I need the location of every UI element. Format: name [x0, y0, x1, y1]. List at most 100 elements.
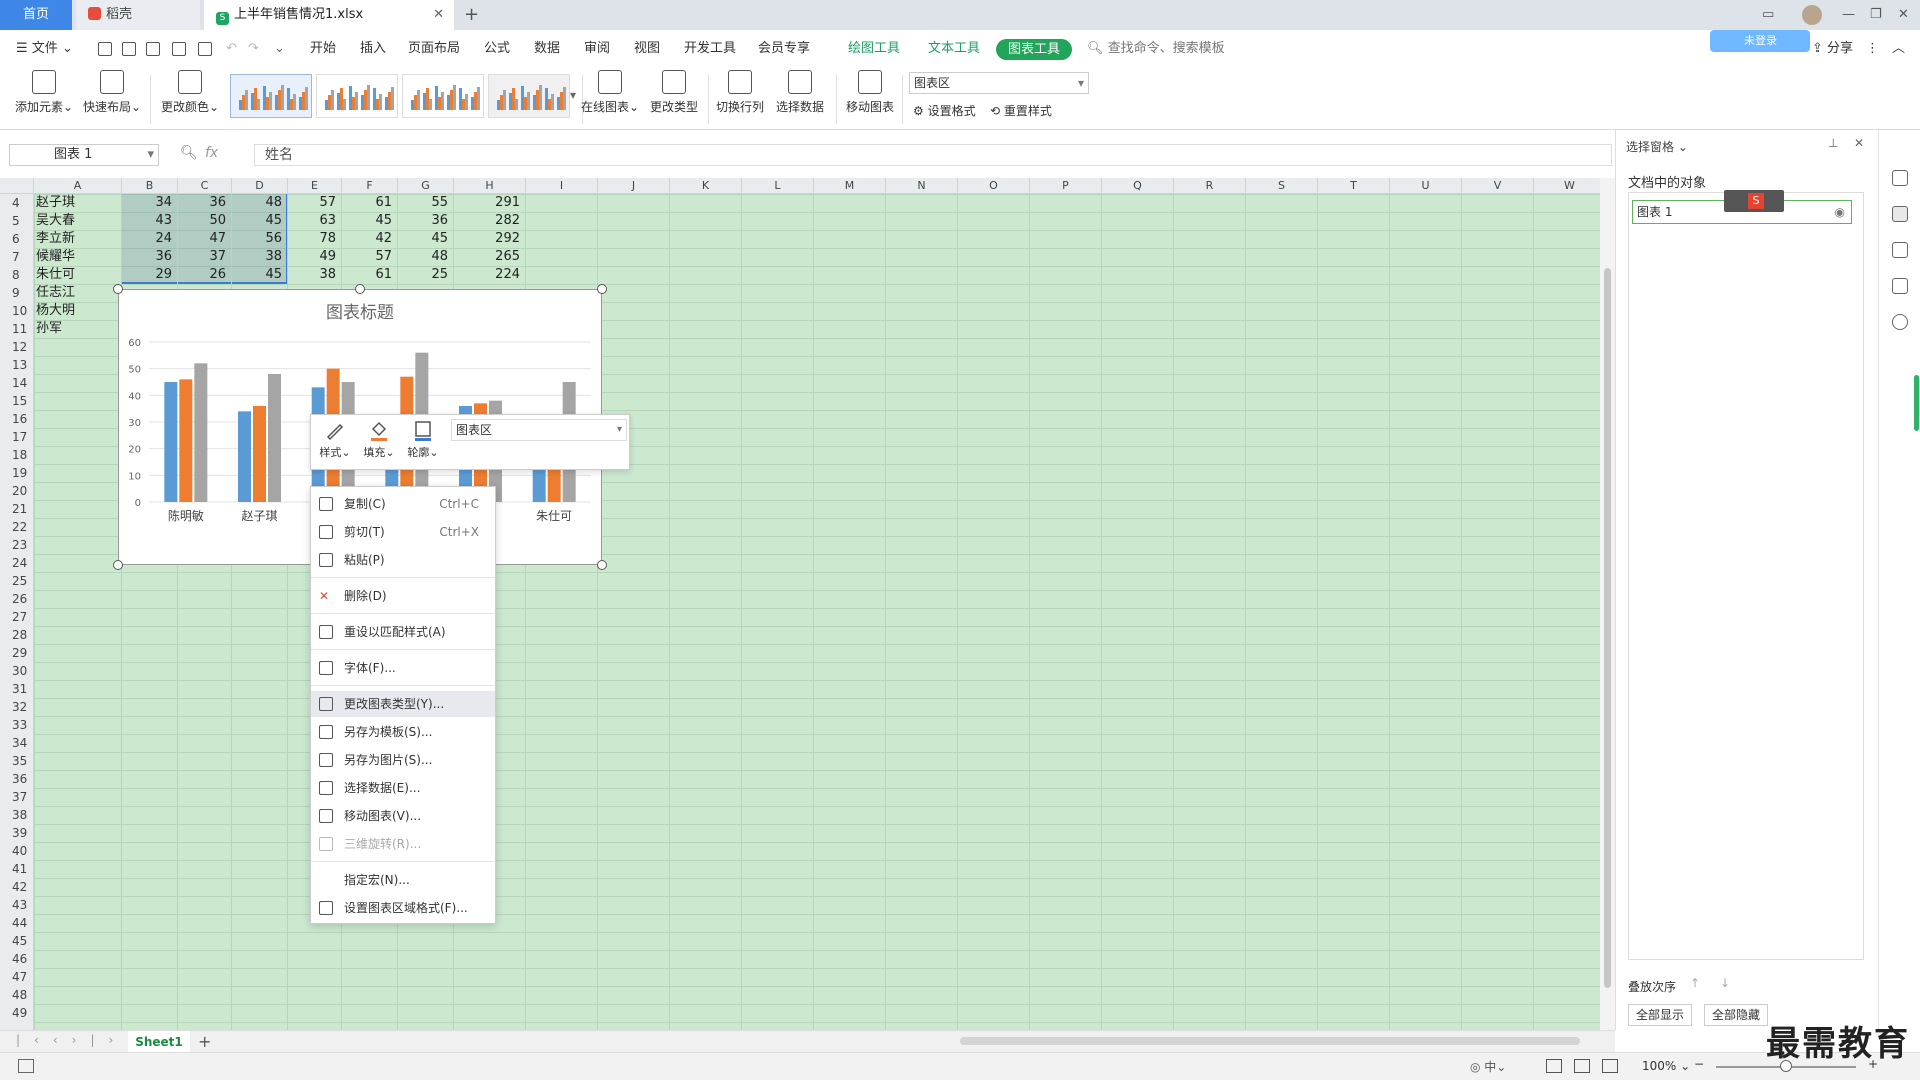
row-header[interactable]: 6	[0, 230, 34, 248]
chart-style-1[interactable]	[230, 74, 312, 118]
chart-style-3[interactable]	[402, 74, 484, 118]
row-header[interactable]: 41	[0, 860, 34, 878]
page-break-view-icon[interactable]	[1574, 1059, 1590, 1073]
row-header[interactable]: 42	[0, 878, 34, 896]
fx-icon[interactable]: fx	[205, 145, 218, 161]
online-chart-button[interactable]: 在线图表⌄	[578, 70, 642, 115]
context-menu-item[interactable]: 设置图表区域格式(F)...	[311, 895, 495, 921]
row-header[interactable]: 46	[0, 950, 34, 968]
menu-view[interactable]: 视图	[634, 30, 660, 68]
menu-insert[interactable]: 插入	[360, 30, 386, 68]
column-header-s[interactable]: S	[1246, 178, 1318, 194]
move-chart-button[interactable]: 移动图表	[838, 70, 902, 115]
context-menu-item[interactable]: 另存为图片(S)...	[311, 747, 495, 773]
switch-row-col-button[interactable]: 切换行列	[708, 70, 772, 115]
new-file-icon[interactable]	[98, 42, 112, 56]
row-header[interactable]: 25	[0, 572, 34, 590]
context-menu-item[interactable]: 更改图表类型(Y)...	[311, 691, 495, 717]
row-header[interactable]: 32	[0, 698, 34, 716]
undo-icon[interactable]: ↶	[226, 30, 237, 68]
row-header[interactable]: 18	[0, 446, 34, 464]
row-header[interactable]: 19	[0, 464, 34, 482]
chart-style-2[interactable]	[316, 74, 398, 118]
more-icon[interactable]: ⋮	[1866, 30, 1879, 68]
reading-view-icon[interactable]	[1602, 1059, 1618, 1073]
show-all-button[interactable]: 全部显示	[1628, 1004, 1693, 1026]
print-icon[interactable]	[172, 42, 186, 56]
column-header-o[interactable]: O	[958, 178, 1030, 194]
context-menu-item[interactable]: 另存为模板(S)...	[311, 719, 495, 745]
row-header[interactable]: 49	[0, 1004, 34, 1022]
property-icon[interactable]	[1892, 170, 1908, 186]
column-header-w[interactable]: W	[1534, 178, 1606, 194]
add-sheet-icon[interactable]: +	[198, 1032, 211, 1051]
cell-value[interactable]: 37	[178, 248, 232, 266]
menu-formula[interactable]: 公式	[484, 30, 510, 68]
layers-icon[interactable]	[1892, 278, 1908, 294]
cell-value[interactable]: 61	[342, 266, 398, 284]
zoom-search-icon[interactable]: 🔍︎	[180, 145, 198, 161]
row-header[interactable]: 21	[0, 500, 34, 518]
menu-data[interactable]: 数据	[534, 30, 560, 68]
close-tab-icon[interactable]: ✕	[433, 0, 444, 30]
cell-value[interactable]: 48	[232, 194, 288, 212]
select-pointer-icon[interactable]	[1892, 206, 1908, 222]
column-header-j[interactable]: J	[598, 178, 670, 194]
hide-all-button[interactable]: 全部隐藏	[1704, 1004, 1769, 1026]
row-header[interactable]: 30	[0, 662, 34, 680]
move-up-icon[interactable]: ↑	[1690, 976, 1700, 990]
quick-layout-button[interactable]: 快速布局⌄	[80, 70, 144, 115]
close-window-icon[interactable]: ✕	[1898, 0, 1909, 30]
select-all-corner[interactable]	[0, 178, 34, 194]
eye-icon[interactable]: ◉	[1835, 201, 1845, 223]
row-header[interactable]: 14	[0, 374, 34, 392]
cell-value[interactable]: 45	[342, 212, 398, 230]
cell-value[interactable]: 43	[122, 212, 178, 230]
row-header[interactable]: 28	[0, 626, 34, 644]
menu-chart-tools[interactable]: 图表工具	[996, 39, 1073, 60]
redo-icon[interactable]: ↷	[248, 30, 259, 68]
cell-value[interactable]: 36	[398, 212, 454, 230]
cell-name[interactable]: 杨大明	[36, 302, 122, 320]
row-header[interactable]: 15	[0, 392, 34, 410]
menu-text-tools[interactable]: 文本工具	[928, 30, 980, 68]
row-header[interactable]: 43	[0, 896, 34, 914]
cell-value[interactable]: 42	[342, 230, 398, 248]
column-header-k[interactable]: K	[670, 178, 742, 194]
set-format-button[interactable]: ⚙ 设置格式	[913, 102, 976, 119]
print-preview-icon[interactable]	[198, 42, 212, 56]
change-type-button[interactable]: 更改类型	[642, 70, 706, 115]
scrollbar-thumb[interactable]	[1604, 268, 1611, 988]
row-header[interactable]: 20	[0, 482, 34, 500]
row-header[interactable]: 37	[0, 788, 34, 806]
pin-icon[interactable]: ⊥	[1828, 136, 1838, 150]
side-scroll-indicator[interactable]	[1914, 375, 1919, 431]
row-header[interactable]: 4	[0, 194, 34, 212]
zoom-level[interactable]: 100% ⌄	[1642, 1059, 1690, 1073]
select-data-button[interactable]: 选择数据	[768, 70, 832, 115]
cell-value[interactable]: 57	[288, 194, 342, 212]
resize-handle-br[interactable]	[597, 560, 607, 570]
row-header[interactable]: 36	[0, 770, 34, 788]
cell-name[interactable]: 任志江	[36, 284, 122, 302]
new-tab-icon[interactable]: +	[464, 0, 479, 30]
column-header-p[interactable]: P	[1030, 178, 1102, 194]
command-search[interactable]: 🔍︎ 查找命令、搜索模板	[1087, 30, 1225, 68]
column-header-d[interactable]: D	[232, 178, 288, 194]
cell-name[interactable]: 朱仕可	[36, 266, 122, 284]
row-header[interactable]: 35	[0, 752, 34, 770]
ime-toolbar[interactable]: S	[1724, 190, 1784, 212]
change-color-button[interactable]: 更改颜色⌄	[158, 70, 222, 115]
row-header[interactable]: 22	[0, 518, 34, 536]
formula-input[interactable]: 姓名	[254, 144, 1612, 166]
cell-value[interactable]: 50	[178, 212, 232, 230]
cell-value[interactable]: 24	[122, 230, 178, 248]
cell-value[interactable]: 78	[288, 230, 342, 248]
row-header[interactable]: 48	[0, 986, 34, 1004]
cell-name[interactable]: 吴大春	[36, 212, 122, 230]
cell-value[interactable]: 61	[342, 194, 398, 212]
format-painter-icon[interactable]	[146, 42, 160, 56]
cell-value[interactable]: 265	[454, 248, 526, 266]
share-button[interactable]: ⇪ 分享	[1812, 30, 1853, 68]
row-header[interactable]: 16	[0, 410, 34, 428]
